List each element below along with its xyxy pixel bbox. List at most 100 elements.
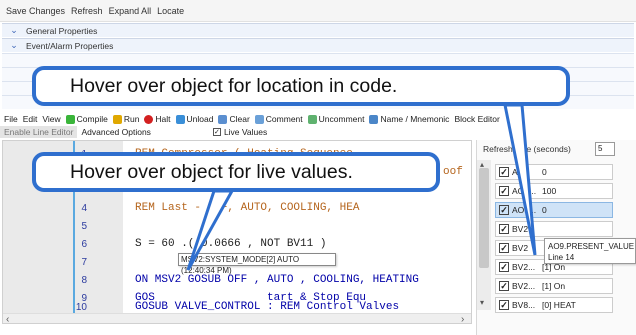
code-text: REM Last - OFF, AUTO, COOLING, HEA	[135, 202, 360, 214]
item-name: BV8...	[512, 300, 536, 310]
checkbox-checked-icon[interactable]: ✓	[499, 281, 509, 291]
callout-live-hint: Hover over object for live values.	[32, 152, 440, 192]
callout-live-text: Hover over object for live values.	[70, 160, 353, 183]
run-label: Run	[123, 114, 140, 124]
chevron-down-icon: ⌄	[10, 25, 18, 35]
clear-button[interactable]: Clear	[218, 114, 250, 124]
item-name: AO8...	[512, 186, 537, 196]
menu-locate[interactable]: Locate	[157, 6, 184, 16]
live-values-checkbox[interactable]: ✓ Live Values	[212, 127, 268, 137]
section-general-properties[interactable]: ⌄ General Properties	[2, 23, 634, 37]
item-name: BV2	[512, 243, 529, 253]
code-line[interactable]: 5	[3, 217, 471, 235]
section-label: General Properties	[26, 25, 98, 36]
live-values-label: Live Values	[223, 127, 268, 137]
chevron-down-icon: ⌄	[10, 40, 18, 50]
name-mnemonic-label: Name / Mnemonic	[380, 114, 450, 124]
section-blank-row	[2, 53, 634, 67]
editor-options-bar: Enable Line Editor Advanced Options ✓ Li…	[0, 126, 636, 138]
compile-icon	[65, 114, 75, 124]
advanced-options-button[interactable]: Advanced Options	[81, 127, 150, 137]
compile-button[interactable]: Compile	[65, 114, 108, 124]
code-line[interactable]: 10 GOSUB VALVE_CONTROL : REM Control Val…	[3, 301, 471, 313]
item-name: BV2...	[512, 262, 536, 272]
name-mnemonic-icon	[369, 114, 379, 124]
toolbar-edit-label: Edit	[22, 114, 38, 124]
unload-icon	[175, 114, 185, 124]
halt-label: Halt	[155, 114, 171, 124]
comment-label: Comment	[265, 114, 303, 124]
editor-toolbar: File Edit View Compile Run Halt Unload C…	[0, 112, 636, 126]
unload-button[interactable]: Unload	[175, 114, 213, 124]
item-name: AO	[512, 167, 525, 177]
line-number: 7	[81, 256, 87, 268]
code-text: S = 60 .( 0.0666 , NOT BV11 )	[135, 238, 327, 250]
item-value: 0	[542, 205, 547, 215]
menu-save-changes[interactable]: Save Changes	[6, 6, 65, 16]
checkmark-icon: ✓	[212, 128, 221, 136]
run-button[interactable]: Run	[112, 114, 140, 124]
block-editor-label: Block Editor	[454, 114, 500, 124]
live-value-item[interactable]: ✓ BV8... [0] HEAT	[495, 297, 613, 313]
checkbox-checked-icon[interactable]: ✓	[499, 167, 509, 177]
comment-button[interactable]: Comment	[254, 114, 303, 124]
live-value-item[interactable]: ✓ AO 0	[495, 164, 613, 180]
code-line[interactable]: 6 S = 60 .( 0.0666 , NOT BV11 )	[3, 235, 471, 253]
checkbox-checked-icon[interactable]: ✓	[499, 262, 509, 272]
section-event-alarm-properties[interactable]: ⌄ Event/Alarm Properties	[2, 38, 634, 52]
code-line[interactable]: 4 REM Last - OFF, AUTO, COOLING, HEA	[3, 199, 471, 217]
scroll-left-icon[interactable]: ‹	[6, 314, 9, 323]
refresh-time-input[interactable]: 5	[595, 142, 615, 156]
line-number: 4	[81, 202, 87, 214]
clear-icon	[218, 114, 228, 124]
line-number: 5	[81, 220, 87, 232]
live-value-item[interactable]: ✓ AO8... 100	[495, 183, 613, 199]
halt-icon	[144, 114, 154, 124]
live-value-item[interactable]: ✓ BV2... [1] On	[495, 278, 613, 294]
callout-location-hint: Hover over object for location in code.	[32, 66, 570, 106]
live-value-item-selected[interactable]: ✓ AO9... 0	[495, 202, 613, 218]
horizontal-scrollbar[interactable]: ‹ ›	[3, 313, 471, 323]
menu-refresh[interactable]: Refresh	[71, 6, 103, 16]
item-name: BV2...	[512, 281, 536, 291]
line-number: 8	[81, 274, 87, 286]
menu-bar: Save Changes Refresh Expand All Locate	[0, 0, 636, 22]
toolbar-edit[interactable]: Edit	[23, 114, 38, 124]
code-line[interactable]: 8 ON MSV2 GOSUB OFF , AUTO , COOLING, HE…	[3, 271, 471, 289]
uncomment-label: Uncomment	[318, 114, 365, 124]
refresh-time-label: Refresh time (seconds)	[483, 144, 571, 154]
item-value: [0] HEAT	[542, 300, 576, 310]
halt-button[interactable]: Halt	[144, 114, 171, 124]
scroll-thumb[interactable]	[479, 168, 489, 268]
checkbox-checked-icon[interactable]: ✓	[499, 205, 509, 215]
name-mnemonic-button[interactable]: Name / Mnemonic	[369, 114, 449, 124]
toolbar-file[interactable]: File	[4, 114, 18, 124]
item-value: 0	[542, 167, 547, 177]
item-value: [1] On	[542, 281, 566, 291]
checkbox-checked-icon[interactable]: ✓	[499, 243, 509, 253]
checkbox-checked-icon[interactable]: ✓	[499, 300, 509, 310]
enable-line-editor-button[interactable]: Enable Line Editor	[0, 126, 78, 138]
run-icon	[112, 114, 122, 124]
uncomment-button[interactable]: Uncomment	[307, 114, 365, 124]
item-name: AO9...	[512, 205, 537, 215]
tooltip-live-value: MSV2:SYSTEM_MODE[2] AUTO (12:40:34 PM)	[178, 253, 336, 275]
checkbox-checked-icon[interactable]: ✓	[499, 186, 509, 196]
checkbox-checked-icon[interactable]: ✓	[499, 224, 509, 234]
scroll-down-icon[interactable]: ▾	[480, 298, 484, 307]
vertical-scrollbar[interactable]: ▴ ▾	[477, 160, 491, 310]
section-label: Event/Alarm Properties	[26, 40, 114, 51]
clear-label: Clear	[229, 114, 250, 124]
menu-expand-all[interactable]: Expand All	[109, 6, 152, 16]
live-value-item[interactable]: ✓ BV2	[495, 221, 613, 237]
block-editor-button[interactable]: Block Editor	[454, 114, 499, 124]
line-number: 10	[75, 301, 87, 313]
toolbar-file-label: File	[4, 114, 18, 124]
toolbar-view-label: View	[42, 114, 61, 124]
tooltip-location-line: Line 14	[548, 253, 575, 262]
scroll-right-icon[interactable]: ›	[461, 314, 464, 323]
tooltip-location: AO9.PRESENT_VALUE Line 14	[544, 238, 636, 264]
item-value: 100	[542, 186, 557, 196]
compile-label: Compile	[76, 114, 108, 124]
toolbar-view[interactable]: View	[42, 114, 60, 124]
